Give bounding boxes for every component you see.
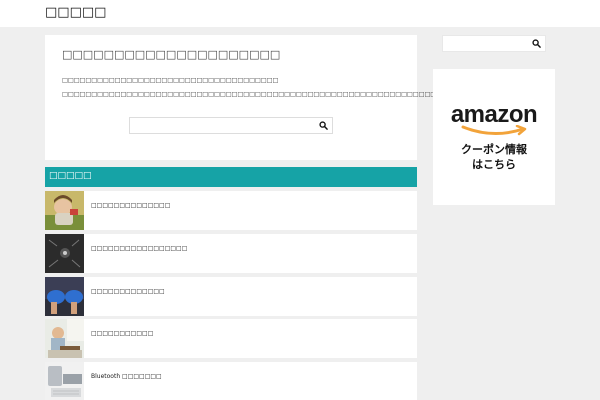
page-heading: □□□□□□□□□□□□□□□□□□□□□ bbox=[62, 48, 281, 61]
post-item[interactable]: □□□□□□□□□□□□□□ bbox=[45, 191, 417, 230]
post-thumbnail[interactable] bbox=[45, 234, 84, 273]
sidebar-search-box bbox=[442, 35, 546, 52]
banner-line-1: クーポン情報 bbox=[461, 143, 527, 156]
search-icon[interactable] bbox=[319, 121, 328, 130]
amazon-smile-icon bbox=[461, 125, 527, 136]
site-header: □□□□□ bbox=[0, 0, 600, 27]
post-thumbnail[interactable] bbox=[45, 191, 84, 230]
post-item[interactable]: □□□□□□□□□□□□□ bbox=[45, 277, 417, 316]
post-thumbnail[interactable] bbox=[45, 319, 84, 358]
post-thumbnail[interactable] bbox=[45, 277, 84, 316]
main-search-input[interactable] bbox=[130, 118, 310, 133]
sidebar-search-input[interactable] bbox=[443, 36, 529, 51]
post-title[interactable]: Bluetooth □□□□□□□ bbox=[91, 373, 162, 380]
section-header-bar: □□□□□ bbox=[45, 167, 417, 187]
intro-card: □□□□□□□□□□□□□□□□□□□□□ □□□□□□□□□□□□□□□□□□… bbox=[45, 35, 495, 160]
post-title[interactable]: □□□□□□□□□□□□□ bbox=[91, 288, 165, 295]
post-thumbnail[interactable] bbox=[45, 362, 84, 400]
post-item[interactable]: Bluetooth □□□□□□□ bbox=[45, 362, 417, 400]
post-title[interactable]: □□□□□□□□□□□ bbox=[91, 330, 153, 337]
section-title: □□□□□ bbox=[49, 171, 92, 181]
post-item[interactable]: □□□□□□□□□□□ bbox=[45, 319, 417, 358]
intro-text-line-1: □□□□□□□□□□□□□□□□□□□□□□□□□□□□□□□□□□□□□ bbox=[62, 77, 279, 84]
main-search-box bbox=[129, 117, 333, 134]
post-title[interactable]: □□□□□□□□□□□□□□□□□ bbox=[91, 245, 187, 252]
post-item[interactable]: □□□□□□□□□□□□□□□□□ bbox=[45, 234, 417, 273]
banner-line-2: はこちら bbox=[472, 158, 516, 171]
post-title[interactable]: □□□□□□□□□□□□□□ bbox=[91, 202, 170, 209]
amazon-coupon-banner[interactable]: amazon クーポン情報 はこちら bbox=[433, 69, 555, 205]
intro-text-line-2: □□□□□□□□□□□□□□□□□□□□□□□□□□□□□□□□□□□□□□□□… bbox=[62, 91, 495, 98]
site-title[interactable]: □□□□□ bbox=[45, 5, 106, 20]
search-icon[interactable] bbox=[532, 39, 541, 48]
